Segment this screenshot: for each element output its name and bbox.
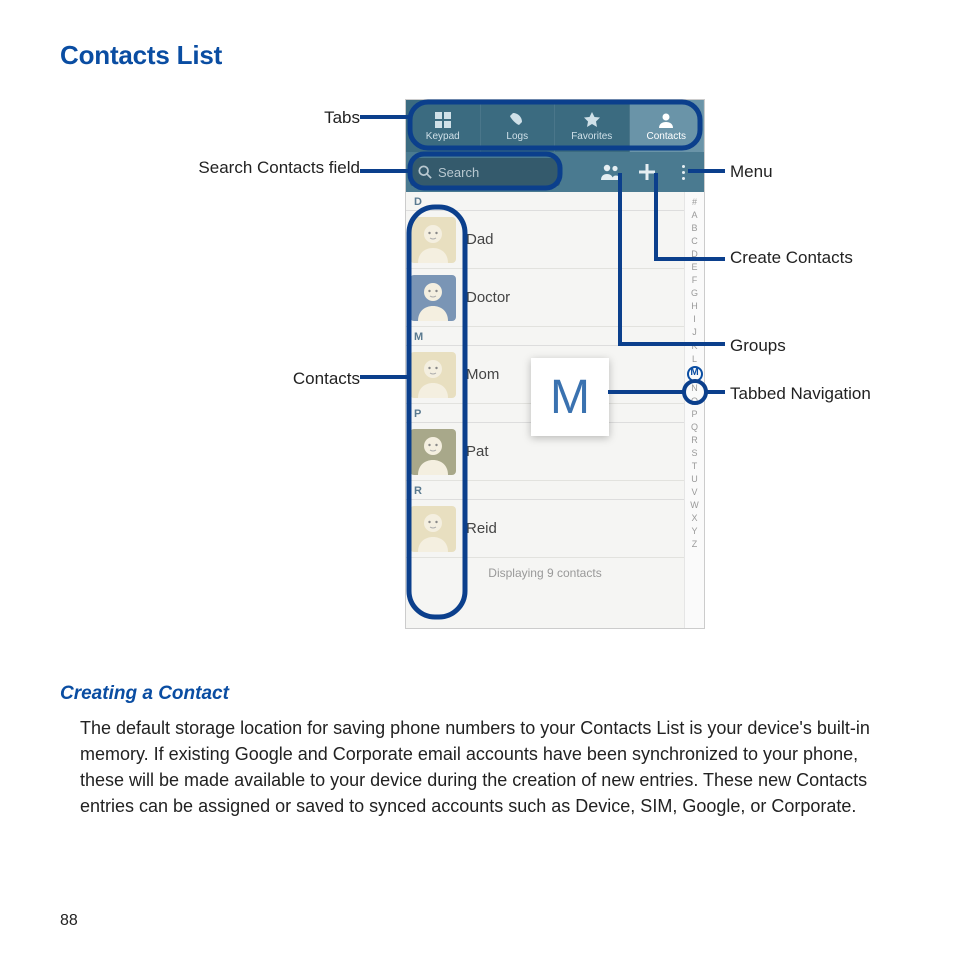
contact-name: Doctor (466, 289, 510, 306)
callout-groups: Groups (730, 335, 786, 356)
index-letter[interactable]: G (691, 287, 698, 300)
section-header: D (406, 192, 684, 211)
index-letter[interactable]: B (691, 222, 697, 235)
letter-popup: M (531, 358, 609, 436)
contact-name: Reid (466, 520, 497, 537)
index-letter[interactable]: Z (692, 538, 698, 551)
plus-icon (638, 163, 656, 181)
tab-favorites[interactable]: Favorites (555, 100, 630, 152)
index-letter[interactable]: K (691, 340, 697, 353)
index-letter[interactable]: Q (691, 421, 698, 434)
phone-screenshot: Keypad Logs Favorites Contacts (405, 99, 705, 629)
search-icon (418, 165, 432, 179)
callout-create: Create Contacts (730, 247, 853, 268)
menu-icon (682, 165, 685, 180)
index-letter[interactable]: T (692, 460, 698, 473)
index-letter[interactable]: A (691, 209, 697, 222)
contact-name: Dad (466, 231, 494, 248)
index-letter[interactable]: F (692, 274, 698, 287)
search-placeholder: Search (438, 165, 479, 180)
index-letter-active[interactable]: M (687, 366, 703, 382)
index-letter[interactable]: I (693, 313, 696, 326)
search-input[interactable]: Search (410, 158, 560, 186)
index-letter[interactable]: L (692, 353, 697, 366)
menu-button[interactable] (666, 158, 700, 186)
index-letter[interactable]: H (691, 300, 698, 313)
index-letter[interactable]: U (691, 473, 698, 486)
contact-row[interactable]: Dad (406, 211, 684, 269)
index-letter[interactable]: D (691, 248, 698, 261)
tab-keypad[interactable]: Keypad (406, 100, 481, 152)
index-letter[interactable]: E (691, 261, 697, 274)
contact-name: Pat (466, 443, 489, 460)
avatar (410, 275, 456, 321)
logs-icon (508, 111, 526, 129)
avatar (410, 506, 456, 552)
contact-row[interactable]: Doctor (406, 269, 684, 327)
contacts-icon (657, 111, 675, 129)
callout-menu: Menu (730, 161, 773, 182)
callout-search: Search Contacts field (198, 157, 360, 178)
keypad-icon (434, 111, 452, 129)
section-header: M (406, 327, 684, 346)
callout-tabs: Tabs (324, 107, 360, 128)
annotated-diagram: Tabs Search Contacts field Contacts Menu… (60, 99, 894, 659)
index-letter[interactable]: V (691, 486, 697, 499)
section-header: R (406, 481, 684, 500)
section-heading: Creating a Contact (60, 683, 894, 705)
index-letter[interactable]: C (691, 235, 698, 248)
index-letter[interactable]: R (691, 434, 698, 447)
groups-icon (600, 163, 622, 181)
callout-contacts: Contacts (293, 368, 360, 389)
page-number: 88 (60, 912, 78, 930)
avatar (410, 352, 456, 398)
tab-contacts[interactable]: Contacts (630, 100, 705, 152)
tab-bar: Keypad Logs Favorites Contacts (406, 100, 704, 152)
index-letter[interactable]: P (691, 408, 697, 421)
create-contact-button[interactable] (630, 158, 664, 186)
contact-name: Mom (466, 366, 499, 383)
index-letter[interactable]: N (691, 382, 698, 395)
page-title: Contacts List (60, 40, 894, 71)
index-letter[interactable]: O (691, 395, 698, 408)
tab-label: Logs (506, 131, 528, 142)
contact-row[interactable]: Reid (406, 500, 684, 558)
favorites-icon (583, 111, 601, 129)
tab-label: Contacts (647, 131, 686, 142)
avatar (410, 429, 456, 475)
groups-button[interactable] (594, 158, 628, 186)
index-letter[interactable]: W (690, 499, 699, 512)
alpha-index[interactable]: #ABCDEFGHIJKLMNOPQRSTUVWXYZ (684, 192, 704, 628)
contact-count: Displaying 9 contacts (406, 558, 684, 588)
index-letter[interactable]: # (692, 196, 697, 209)
callout-tabbed-nav: Tabbed Navigation (730, 383, 871, 404)
index-letter[interactable]: Y (691, 525, 697, 538)
index-letter[interactable]: S (691, 447, 697, 460)
avatar (410, 217, 456, 263)
body-paragraph: The default storage location for saving … (60, 715, 894, 819)
tab-logs[interactable]: Logs (481, 100, 556, 152)
search-toolbar: Search (406, 152, 704, 192)
tab-label: Keypad (426, 131, 460, 142)
tab-label: Favorites (571, 131, 612, 142)
index-letter[interactable]: J (692, 326, 697, 339)
index-letter[interactable]: X (691, 512, 697, 525)
